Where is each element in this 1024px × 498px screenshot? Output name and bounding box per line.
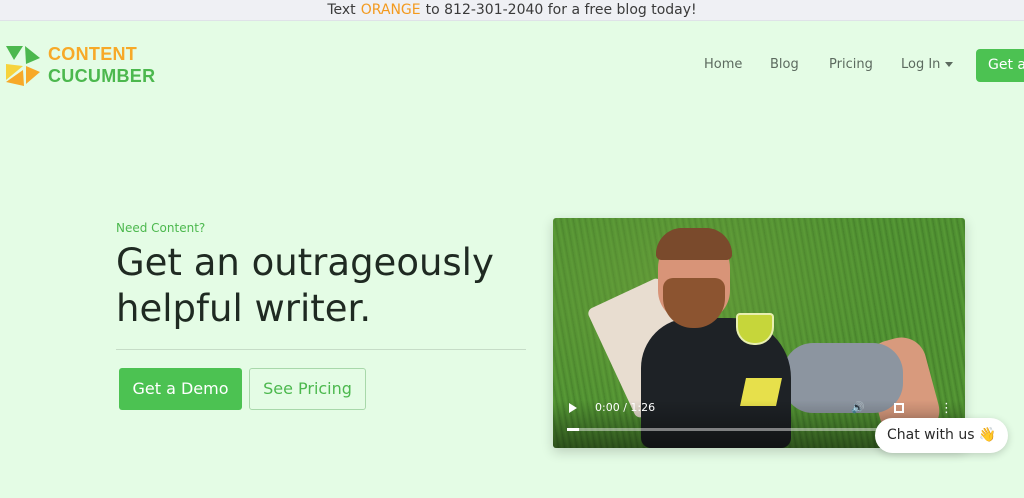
waving-hand-icon: 👋 [978, 427, 996, 443]
video-player[interactable]: 0:00 / 1:26 🔊 ⋮ [553, 218, 965, 448]
promo-banner: Text ORANGE to 812-301-2040 for a free b… [0, 0, 1024, 21]
chevron-down-icon [945, 62, 954, 67]
hero-headline: Get an outrageously helpful writer. [116, 240, 536, 332]
chat-label: Chat with us [887, 427, 975, 443]
promo-text-before: Text [327, 2, 356, 18]
headline-line-2: helpful writer. [116, 287, 372, 330]
promo-highlight: ORANGE [360, 2, 421, 18]
fullscreen-icon[interactable] [894, 403, 904, 413]
chat-widget-button[interactable]: Chat with us 👋 [875, 418, 1008, 453]
promo-text-after: to 812-301-2040 for a free blog today! [425, 2, 697, 18]
main-nav: Home Blog Pricing Log In [0, 57, 1024, 77]
video-time: 0:00 / 1:26 [595, 401, 656, 414]
nav-login[interactable]: Log In [901, 57, 954, 72]
play-icon[interactable] [569, 403, 577, 413]
nav-get-demo-button[interactable]: Get a [976, 49, 1024, 82]
see-pricing-button[interactable]: See Pricing [249, 368, 366, 410]
more-options-icon[interactable]: ⋮ [940, 402, 953, 415]
nav-pricing[interactable]: Pricing [829, 57, 873, 72]
nav-home[interactable]: Home [704, 57, 742, 72]
hero-eyebrow: Need Content? [116, 221, 206, 235]
headline-line-1: Get an outrageously [116, 241, 494, 284]
get-demo-button[interactable]: Get a Demo [119, 368, 242, 410]
nav-login-label: Log In [901, 57, 941, 72]
video-progress-fill [567, 428, 579, 431]
video-frame-hair-top [656, 228, 732, 260]
nav-blog[interactable]: Blog [770, 57, 799, 72]
volume-icon[interactable]: 🔊 [851, 402, 865, 413]
divider [116, 349, 526, 350]
